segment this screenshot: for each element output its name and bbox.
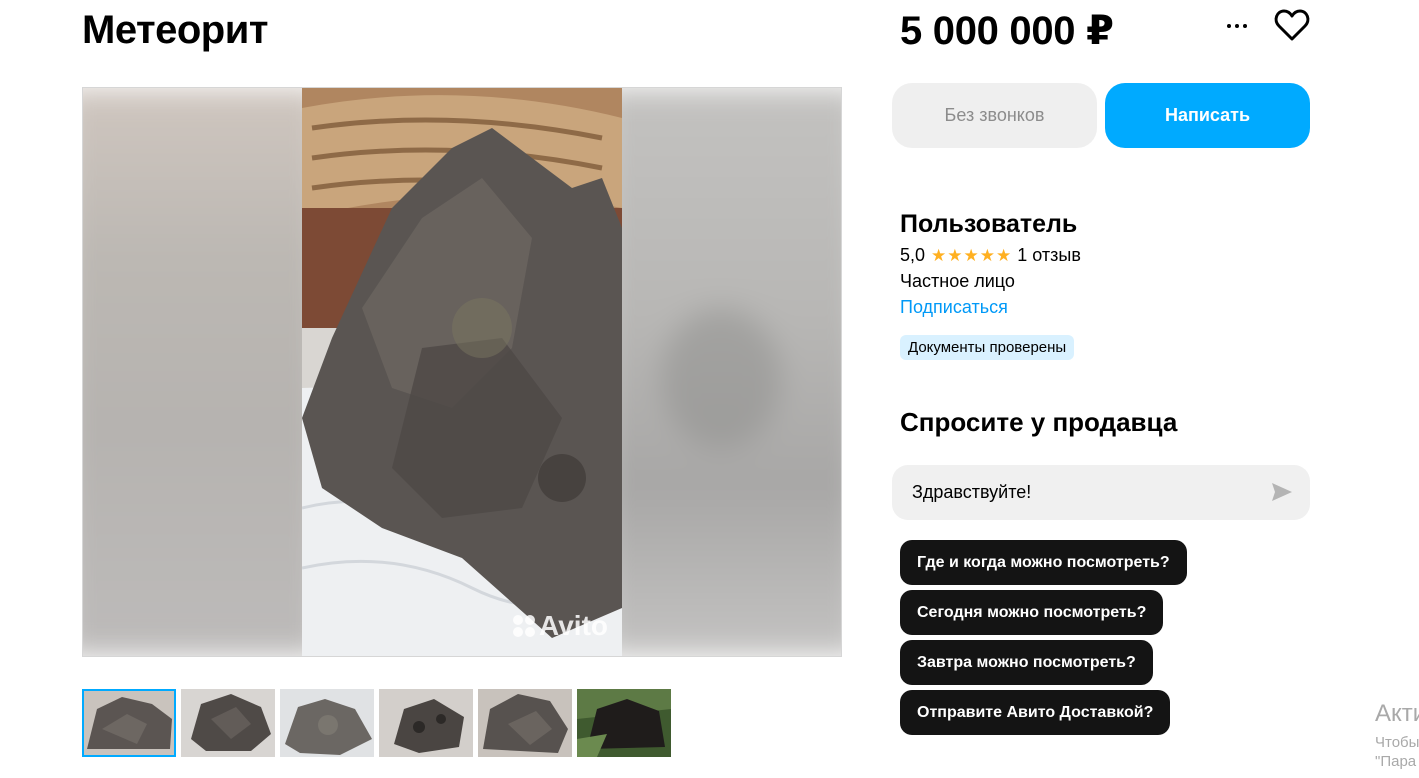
star-icon: ★	[979, 246, 996, 265]
thumbnail[interactable]	[181, 689, 275, 757]
avito-logo-icon	[513, 615, 536, 637]
quick-question-button[interactable]: Отправите Авито Доставкой?	[900, 690, 1171, 735]
thumbnail[interactable]	[280, 689, 374, 757]
gallery-blur-right	[601, 88, 841, 656]
thumbnail[interactable]	[82, 689, 176, 757]
send-icon[interactable]	[1270, 481, 1294, 503]
quick-question-button[interactable]: Завтра можно посмотреть?	[900, 640, 1153, 685]
gallery-blur-left	[83, 88, 323, 656]
price: 5 000 000 ₽	[900, 9, 1114, 53]
no-calls-button[interactable]: Без звонков	[892, 83, 1097, 148]
heart-icon[interactable]	[1274, 8, 1310, 42]
thumbnail-strip	[82, 689, 671, 757]
meteorite-photo	[302, 88, 622, 656]
quick-question-button[interactable]: Где и когда можно посмотреть?	[900, 540, 1187, 585]
windows-activation-watermark: Акти Чтобы "Пара	[1375, 700, 1419, 770]
seller-name[interactable]: Пользователь	[900, 210, 1077, 239]
more-dots-icon[interactable]	[1222, 14, 1252, 38]
rating-stars: ★ ★ ★ ★ ★	[931, 247, 1011, 264]
seller-type: Частное лицо	[900, 271, 1015, 291]
documents-verified-badge: Документы проверены	[900, 335, 1075, 360]
star-icon: ★	[963, 246, 979, 265]
main-photo[interactable]: Avito	[302, 88, 622, 656]
avito-watermark: Avito	[513, 610, 608, 642]
seller-rating[interactable]: 5,0 ★ ★ ★ ★ ★ 1 отзыв	[900, 245, 1081, 266]
listing-title: Метеорит	[82, 8, 268, 52]
ask-seller-title: Спросите у продавца	[900, 407, 1178, 437]
star-icon: ★	[996, 246, 1012, 265]
message-input[interactable]	[912, 482, 1252, 503]
write-button[interactable]: Написать	[1105, 83, 1310, 148]
thumbnail[interactable]	[379, 689, 473, 757]
thumbnail[interactable]	[478, 689, 572, 757]
message-field[interactable]	[892, 465, 1310, 520]
rating-value: 5,0	[900, 245, 926, 265]
star-icon: ★	[947, 246, 963, 265]
photo-gallery[interactable]: Avito	[82, 87, 842, 657]
quick-question-button[interactable]: Сегодня можно посмотреть?	[900, 590, 1164, 635]
thumbnail[interactable]	[577, 689, 671, 757]
reviews-link[interactable]: 1 отзыв	[1017, 245, 1081, 266]
star-icon: ★	[931, 246, 947, 265]
subscribe-link[interactable]: Подписаться	[900, 297, 1008, 318]
